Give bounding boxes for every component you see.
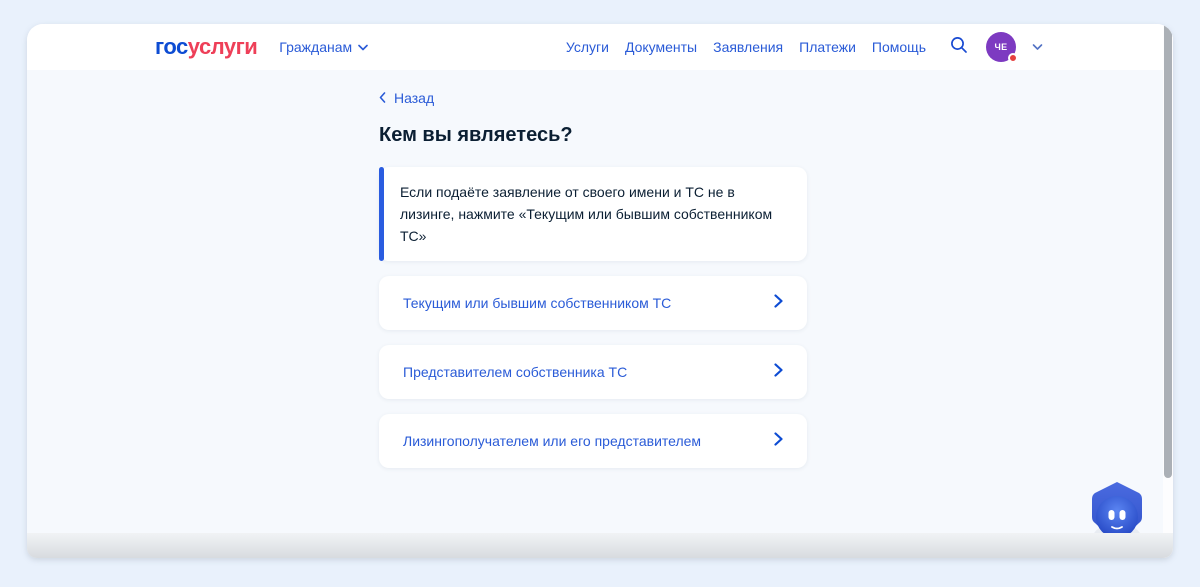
nav-item-services[interactable]: Услуги [566, 39, 609, 55]
back-link[interactable]: Назад [379, 90, 434, 106]
option-current-or-former-owner[interactable]: Текущим или бывшим собственником ТС [379, 276, 807, 330]
scrollbar-track [1163, 24, 1173, 558]
page-title: Кем вы являетесь? [379, 124, 807, 147]
info-note: Если подаёте заявление от своего имени и… [379, 167, 807, 261]
site-header: госуслуги Гражданам Услуги Документы Зая… [27, 24, 1173, 70]
notification-dot [1008, 53, 1018, 63]
search-icon [950, 36, 968, 59]
nav-item-applications[interactable]: Заявления [713, 39, 783, 55]
info-note-text: Если подаёте заявление от своего имени и… [400, 184, 772, 244]
logo-part-red: услуги [188, 34, 258, 59]
back-label: Назад [394, 90, 434, 106]
nav-item-help[interactable]: Помощь [872, 39, 926, 55]
option-label: Представителем собственника ТС [403, 364, 627, 380]
info-accent-bar [379, 167, 384, 261]
nav-item-payments[interactable]: Платежи [799, 39, 856, 55]
search-button[interactable] [948, 36, 970, 58]
option-label: Лизингополучателем или его представителе… [403, 433, 701, 449]
option-lessee-or-representative[interactable]: Лизингополучателем или его представителе… [379, 414, 807, 468]
chevron-down-icon [358, 44, 368, 51]
main-nav: Услуги Документы Заявления Платежи Помощ… [566, 39, 926, 55]
logo-part-blue: гос [155, 34, 188, 59]
window-bottom-shadow [27, 533, 1173, 558]
chevron-left-icon [379, 90, 386, 106]
user-menu[interactable]: ЧЕ [986, 32, 1016, 62]
gosuslugi-logo[interactable]: госуслуги [155, 34, 257, 60]
chevron-right-icon [774, 363, 783, 382]
chevron-right-icon [774, 432, 783, 451]
page-content: Назад Кем вы являетесь? Если подаёте зая… [27, 70, 1173, 558]
chevron-right-icon [774, 294, 783, 313]
scrollbar-thumb[interactable] [1164, 24, 1172, 478]
browser-page: госуслуги Гражданам Услуги Документы Зая… [27, 24, 1173, 558]
nav-item-documents[interactable]: Документы [625, 39, 697, 55]
option-label: Текущим или бывшим собственником ТС [403, 295, 671, 311]
user-menu-chevron-icon[interactable] [1032, 43, 1043, 51]
option-owner-representative[interactable]: Представителем собственника ТС [379, 345, 807, 399]
audience-label: Гражданам [279, 39, 352, 55]
audience-selector[interactable]: Гражданам [279, 39, 368, 55]
